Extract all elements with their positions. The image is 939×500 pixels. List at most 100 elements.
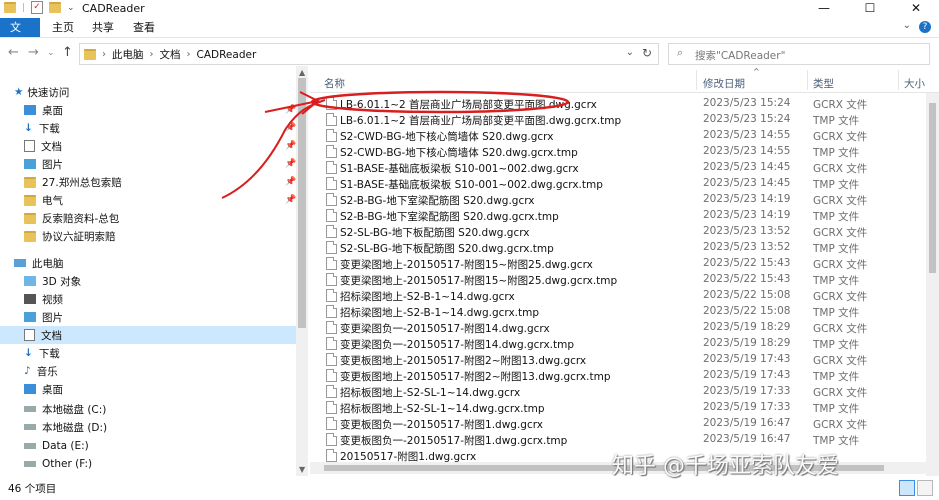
help-icon[interactable]: ?: [919, 21, 931, 33]
file-row[interactable]: S2-CWD-BG-地下核心筒墙体 S20.dwg.gcrx.tmp 2023/5…: [310, 144, 922, 160]
column-type[interactable]: 类型: [813, 76, 834, 91]
file-type: TMP 文件: [813, 243, 860, 255]
file-date: 2023/5/23 15:24: [703, 97, 791, 109]
sidebar-item-desktop-pc[interactable]: 桌面: [24, 380, 320, 398]
column-name[interactable]: 名称: [324, 76, 345, 91]
file-row[interactable]: 变更板图地上-20150517-附图2~附图13.dwg.gcrx 2023/5/…: [310, 352, 922, 368]
sidebar-item-music[interactable]: ♪ 音乐: [24, 362, 320, 380]
pin-icon[interactable]: 📌: [285, 195, 296, 205]
file-row[interactable]: 变更梁图地上-20150517-附图15~附图25.dwg.gcrx 2023/5…: [310, 256, 922, 272]
file-row[interactable]: 变更板图负一-20150517-附图1.dwg.gcrx.tmp 2023/5/1…: [310, 432, 922, 448]
pin-icon[interactable]: 📌: [285, 177, 296, 187]
file-row[interactable]: S2-CWD-BG-地下核心筒墙体 S20.dwg.gcrx 2023/5/23 …: [310, 128, 922, 144]
large-icons-view-icon[interactable]: [917, 480, 933, 496]
tab-share[interactable]: 共享: [82, 18, 124, 37]
file-row[interactable]: 招标梁图地上-S2-B-1~14.dwg.gcrx 2023/5/22 15:08…: [310, 288, 922, 304]
file-row[interactable]: S2-B-BG-地下室梁配筋图 S20.dwg.gcrx 2023/5/23 14…: [310, 192, 922, 208]
maximize-button[interactable]: ☐: [847, 0, 893, 16]
column-size[interactable]: 大小: [904, 76, 925, 91]
file-list-scrollbar[interactable]: [926, 93, 939, 476]
file-row[interactable]: S1-BASE-基础底板梁板 S10-001~002.dwg.gcrx 2023/…: [310, 160, 922, 176]
close-button[interactable]: ✕: [893, 0, 939, 16]
scroll-down-icon[interactable]: ▼: [299, 465, 305, 474]
expand-ribbon-icon[interactable]: ⌄: [903, 20, 911, 31]
file-row[interactable]: 变更板图负一-20150517-附图1.dwg.gcrx 2023/5/19 16…: [310, 416, 922, 432]
file-type: GCRX 文件: [813, 387, 868, 399]
address-dropdown-icon[interactable]: ⌄: [626, 47, 634, 58]
drive-icon: [24, 406, 36, 412]
sidebar-item-this-pc[interactable]: 此电脑: [14, 254, 310, 272]
file-row[interactable]: 招标梁图地上-S2-B-1~14.dwg.gcrx.tmp 2023/5/22 1…: [310, 304, 922, 320]
file-row[interactable]: 变更板图地上-20150517-附图2~附图13.dwg.gcrx.tmp 202…: [310, 368, 922, 384]
column-date[interactable]: 修改日期: [703, 76, 745, 91]
scrollbar-thumb[interactable]: [298, 78, 306, 328]
column-header: 名称 ^ 修改日期 类型 大小: [310, 66, 939, 93]
folder-icon[interactable]: [4, 2, 16, 13]
pin-icon[interactable]: 📌: [285, 123, 296, 133]
recent-locations-icon[interactable]: ⌄: [47, 48, 55, 58]
back-arrow-icon[interactable]: ←: [8, 45, 19, 60]
pin-icon[interactable]: 📌: [285, 141, 296, 151]
sidebar-item-desktop[interactable]: 桌面 📌: [24, 101, 320, 119]
sidebar-item-quick-access[interactable]: ★ 快速访问: [14, 83, 310, 101]
file-name: 变更板图负一-20150517-附图1.dwg.gcrx: [340, 419, 543, 431]
breadcrumb-cadreader[interactable]: CADReader: [197, 49, 257, 61]
file-row[interactable]: 变更梁图负一-20150517-附图14.dwg.gcrx 2023/5/19 1…: [310, 320, 922, 336]
sidebar-item-folder-1[interactable]: 27.郑州总包索赔 📌: [24, 173, 320, 191]
file-row[interactable]: LB-6.01.1~2 首层商业广场局部变更平面图.dwg.gcrx.tmp 20…: [310, 112, 922, 128]
up-arrow-icon[interactable]: ↑: [62, 45, 73, 60]
download-icon: ↓: [24, 122, 33, 134]
breadcrumb-this-pc[interactable]: 此电脑: [112, 47, 144, 62]
cube-icon: [24, 276, 36, 286]
tab-view[interactable]: 查看: [123, 18, 165, 37]
sidebar-item-documents-pc[interactable]: 文档: [0, 326, 296, 344]
sidebar-item-downloads[interactable]: ↓ 下载 📌: [24, 119, 320, 137]
search-input[interactable]: ⌕ 搜索"CADReader": [668, 43, 930, 65]
tab-file[interactable]: 文件: [0, 18, 40, 53]
file-type: GCRX 文件: [813, 419, 868, 431]
file-row[interactable]: 变更梁图负一-20150517-附图14.dwg.gcrx.tmp 2023/5/…: [310, 336, 922, 352]
file-row[interactable]: S2-SL-BG-地下板配筋图 S20.dwg.gcrx 2023/5/23 13…: [310, 224, 922, 240]
customize-toolbar-icon[interactable]: ⌄: [67, 3, 75, 13]
sidebar-item-pictures-pc[interactable]: 图片: [24, 308, 320, 326]
sidebar-item-downloads-pc[interactable]: ↓ 下载: [24, 344, 320, 362]
sidebar-item-3d-objects[interactable]: 3D 对象: [24, 272, 320, 290]
sidebar-item-videos[interactable]: 视频: [24, 290, 320, 308]
file-date: 2023/5/22 15:08: [703, 289, 791, 301]
search-icon: ⌕: [677, 46, 684, 59]
file-icon: [326, 225, 337, 238]
sidebar-item-drive-f[interactable]: Other (F:): [24, 455, 320, 473]
file-type: GCRX 文件: [813, 227, 868, 239]
pin-icon[interactable]: 📌: [285, 105, 296, 115]
sidebar-item-documents[interactable]: 文档 📌: [24, 137, 320, 155]
file-row[interactable]: LB-6.01.1~2 首层商业广场局部变更平面图.dwg.gcrx 2023/5…: [310, 96, 922, 112]
file-row[interactable]: 招标板图地上-S2-SL-1~14.dwg.gcrx.tmp 2023/5/19 …: [310, 400, 922, 416]
breadcrumb-documents[interactable]: 文档: [160, 47, 181, 62]
file-row[interactable]: S1-BASE-基础底板梁板 S10-001~002.dwg.gcrx.tmp 2…: [310, 176, 922, 192]
file-row[interactable]: S2-B-BG-地下室梁配筋图 S20.dwg.gcrx.tmp 2023/5/2…: [310, 208, 922, 224]
sidebar-scrollbar[interactable]: ▲ ▼: [296, 66, 308, 476]
address-bar[interactable]: › 此电脑 › 文档 › CADReader ⌄ ↻: [79, 43, 659, 65]
scroll-up-icon[interactable]: ▲: [299, 68, 305, 77]
sidebar-item-pictures[interactable]: 图片 📌: [24, 155, 320, 173]
properties-icon[interactable]: ✓: [31, 1, 44, 14]
minimize-button[interactable]: —: [801, 0, 847, 16]
new-folder-icon[interactable]: [49, 2, 62, 13]
file-icon: [326, 97, 337, 110]
details-view-icon[interactable]: [899, 480, 915, 496]
sidebar-item-folder-2[interactable]: 电气 📌: [24, 191, 320, 209]
forward-arrow-icon[interactable]: →: [28, 45, 39, 60]
scrollbar-thumb[interactable]: [929, 103, 936, 273]
sidebar-item-drive-d[interactable]: 本地磁盘 (D:): [24, 418, 320, 436]
sidebar-item-folder-4[interactable]: 协议六証明索赔: [24, 227, 320, 245]
file-row[interactable]: 招标板图地上-S2-SL-1~14.dwg.gcrx 2023/5/19 17:3…: [310, 384, 922, 400]
sidebar-item-drive-e[interactable]: Data (E:): [24, 437, 320, 455]
tab-home[interactable]: 主页: [42, 18, 84, 37]
file-row[interactable]: S2-SL-BG-地下板配筋图 S20.dwg.gcrx.tmp 2023/5/2…: [310, 240, 922, 256]
pin-icon[interactable]: 📌: [285, 159, 296, 169]
file-row[interactable]: 变更梁图地上-20150517-附图15~附图25.dwg.gcrx.tmp 20…: [310, 272, 922, 288]
refresh-icon[interactable]: ↻: [642, 46, 652, 60]
file-type: GCRX 文件: [813, 195, 868, 207]
sidebar-item-drive-c[interactable]: 本地磁盘 (C:): [24, 400, 320, 418]
sidebar-item-folder-3[interactable]: 反索赔资料-总包: [24, 209, 320, 227]
